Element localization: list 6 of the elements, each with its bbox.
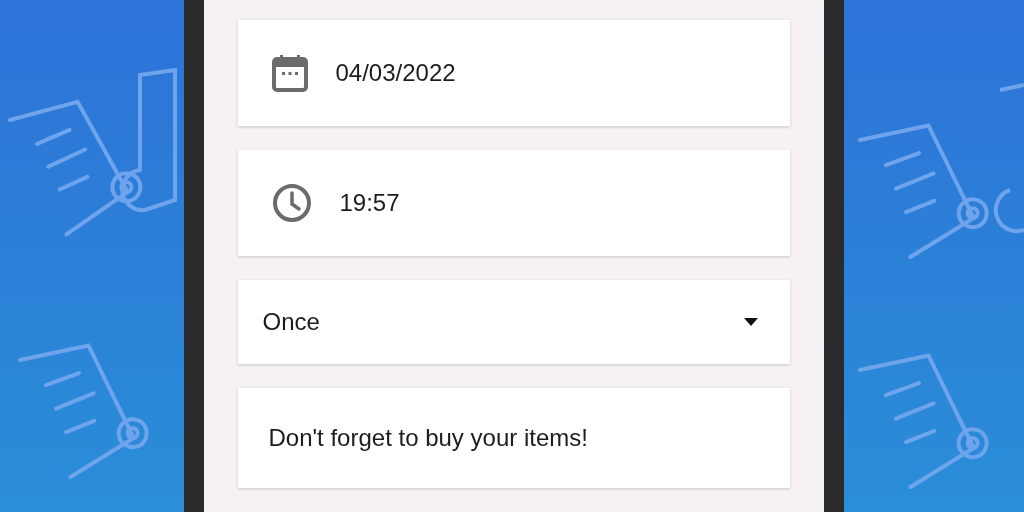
date-value[interactable]: 04/03/2022 [335,59,456,87]
message-text[interactable]: Don't forget to buy your items! [268,424,588,452]
caret-icon[interactable] [743,318,758,326]
time-value[interactable]: 19:57 [339,189,400,217]
calendar-icon [271,54,308,92]
clock-icon [271,183,312,223]
